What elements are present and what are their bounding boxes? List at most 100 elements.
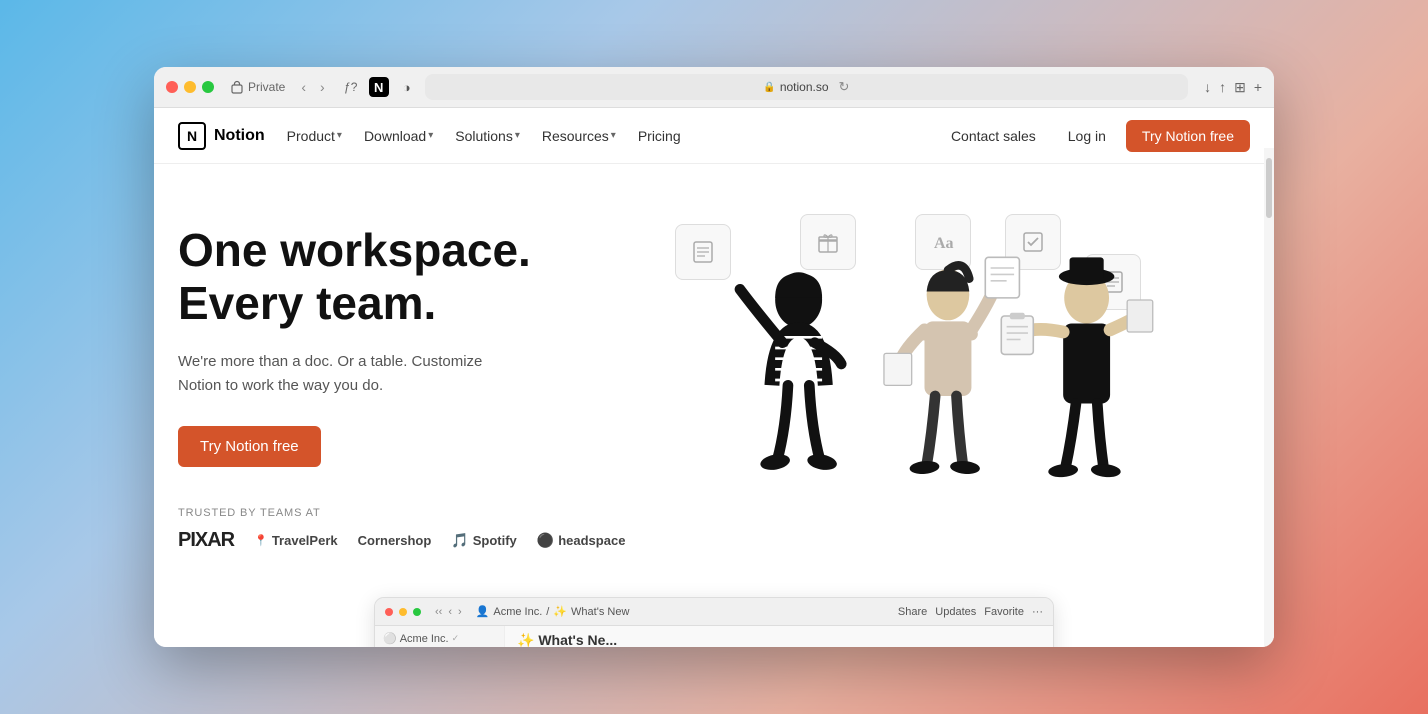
mini-sidebar-workspace: ⚪ Acme Inc. ✓ xyxy=(383,632,496,645)
refresh-icon[interactable]: ↻ xyxy=(839,79,850,95)
cornershop-logo: Cornershop xyxy=(358,533,432,548)
traffic-light-yellow[interactable] xyxy=(184,81,196,93)
notion-brand-name: Notion xyxy=(214,127,265,145)
hero-title-line1: One workspace. xyxy=(178,224,531,276)
mini-nav-back[interactable]: ‹‹ xyxy=(435,606,442,618)
mini-traffic-red[interactable] xyxy=(385,608,393,616)
scrollbar-thumb[interactable] xyxy=(1266,158,1272,218)
nav-product-chevron: ▾ xyxy=(337,130,342,141)
try-notion-free-nav-button[interactable]: Try Notion free xyxy=(1126,120,1250,152)
travelperk-pin-icon: 📍 xyxy=(254,534,268,547)
hero-section: One workspace. Every team. We're more th… xyxy=(154,164,1274,576)
trusted-logos: PIXAR 📍 TravelPerk Cornershop 🎵 Spotify … xyxy=(178,529,625,552)
login-button[interactable]: Log in xyxy=(1056,122,1118,150)
hero-left: One workspace. Every team. We're more th… xyxy=(178,204,625,552)
mini-share-btn[interactable]: Share xyxy=(898,606,927,618)
spotify-icon: 🎵 xyxy=(451,532,468,549)
nav-download-label: Download xyxy=(364,128,426,144)
mini-notion-window: ‹‹ ‹ › 👤 Acme Inc. / ✨ What's New Share … xyxy=(374,597,1054,647)
notion-extension-icon[interactable]: N xyxy=(369,77,389,97)
headspace-icon: ⚫ xyxy=(537,532,554,549)
reader-mode-icon[interactable]: ƒ? xyxy=(341,77,361,97)
notion-nav-items: Product ▾ Download ▾ Solutions ▾ Resourc… xyxy=(277,122,691,150)
pixar-logo: PIXAR xyxy=(178,529,234,552)
nav-resources-chevron: ▾ xyxy=(611,130,616,141)
nav-item-pricing[interactable]: Pricing xyxy=(628,122,691,150)
contact-sales-button[interactable]: Contact sales xyxy=(939,122,1048,150)
headspace-logo: ⚫ headspace xyxy=(537,532,626,549)
mini-breadcrumb-workspace: Acme Inc. xyxy=(493,606,542,618)
mini-avatar-icon: 👤 xyxy=(476,605,490,618)
nav-solutions-chevron: ▾ xyxy=(515,130,520,141)
spotify-logo: 🎵 Spotify xyxy=(451,532,517,549)
mini-title-text: What's Ne... xyxy=(538,632,617,647)
browser-chrome: Private ‹ › ƒ? N ◑ 🔒 notion.so ↻ ↓ ↑ ⊞ + xyxy=(154,67,1274,108)
hero-illustration: Aa xyxy=(625,204,1250,524)
mini-browser-bar: ‹‹ ‹ › 👤 Acme Inc. / ✨ What's New Share … xyxy=(375,598,1053,626)
share-icon[interactable]: ↑ xyxy=(1219,79,1226,95)
browser-private-indicator: Private xyxy=(230,80,285,94)
browser-right-icons: ↓ ↑ ⊞ + xyxy=(1204,79,1262,96)
nav-forward-button[interactable]: › xyxy=(316,77,329,97)
traffic-light-red[interactable] xyxy=(166,81,178,93)
mini-workspace-badge: ✓ xyxy=(452,633,460,644)
hero-title-line2: Every team. xyxy=(178,277,436,329)
address-bar[interactable]: 🔒 notion.so ↻ xyxy=(425,74,1188,100)
nav-item-download[interactable]: Download ▾ xyxy=(354,122,443,150)
browser-nav: ‹ › xyxy=(297,77,328,97)
mini-actions: Share Updates Favorite ··· xyxy=(898,606,1043,618)
nav-back-button[interactable]: ‹ xyxy=(297,77,310,97)
mini-title-icon: ✨ xyxy=(517,632,534,647)
download-icon[interactable]: ↓ xyxy=(1204,79,1211,95)
page-content: N Notion Product ▾ Download ▾ Solutions … xyxy=(154,108,1274,647)
mini-workspace-label: Acme Inc. xyxy=(400,633,449,645)
lock-icon: 🔒 xyxy=(763,82,775,93)
mini-breadcrumb-separator: / xyxy=(546,606,549,618)
hero-title: One workspace. Every team. xyxy=(178,224,625,330)
traffic-light-green[interactable] xyxy=(202,81,214,93)
mini-sidebar: ⚪ Acme Inc. ✓ Quick Find xyxy=(375,626,505,647)
traffic-lights xyxy=(166,81,214,93)
mini-main-content: ✨ What's Ne... xyxy=(505,626,1053,647)
mini-breadcrumb-page-icon: ✨ xyxy=(553,605,567,618)
hero-cta-button[interactable]: Try Notion free xyxy=(178,426,321,467)
mini-traffic-yellow[interactable] xyxy=(399,608,407,616)
mini-content: ⚪ Acme Inc. ✓ Quick Find ✨ What's Ne... xyxy=(375,626,1053,647)
browser-toolbar-icons: ƒ? N ◑ xyxy=(341,77,417,97)
nav-resources-label: Resources xyxy=(542,128,609,144)
new-tab-icon[interactable]: + xyxy=(1254,79,1262,95)
mini-favorite-btn[interactable]: Favorite xyxy=(984,606,1024,618)
nav-solutions-label: Solutions xyxy=(455,128,513,144)
nav-product-label: Product xyxy=(287,128,335,144)
notion-nav-right: Contact sales Log in Try Notion free xyxy=(939,120,1250,152)
scrollbar[interactable] xyxy=(1264,148,1274,647)
mini-traffic-green[interactable] xyxy=(413,608,421,616)
url-display: notion.so xyxy=(780,80,829,94)
browser-titlebar: Private ‹ › ƒ? N ◑ 🔒 notion.so ↻ ↓ ↑ ⊞ + xyxy=(166,67,1262,107)
browser-window: Private ‹ › ƒ? N ◑ 🔒 notion.so ↻ ↓ ↑ ⊞ + xyxy=(154,67,1274,647)
travelperk-logo: 📍 TravelPerk xyxy=(254,533,337,548)
mini-breadcrumb: 👤 Acme Inc. / ✨ What's New xyxy=(476,605,630,618)
nav-download-chevron: ▾ xyxy=(428,130,433,141)
dark-mode-icon[interactable]: ◑ xyxy=(397,77,417,97)
trusted-section: TRUSTED BY TEAMS AT PIXAR 📍 TravelPerk C… xyxy=(178,507,625,552)
nav-item-product[interactable]: Product ▾ xyxy=(277,122,352,150)
mini-nav-next[interactable]: › xyxy=(458,606,462,618)
nav-pricing-label: Pricing xyxy=(638,128,681,144)
notion-logo[interactable]: N Notion xyxy=(178,122,265,150)
hero-people-illustration xyxy=(625,204,1250,524)
mini-nav-icons: ‹‹ ‹ › xyxy=(435,606,462,618)
mini-nav-prev[interactable]: ‹ xyxy=(448,606,452,618)
grid-icon[interactable]: ⊞ xyxy=(1234,79,1246,96)
notion-logo-icon: N xyxy=(178,122,206,150)
trusted-label: TRUSTED BY TEAMS AT xyxy=(178,507,625,519)
nav-item-resources[interactable]: Resources ▾ xyxy=(532,122,626,150)
mini-workspace-icon: ⚪ xyxy=(383,632,397,645)
mini-breadcrumb-page: What's New xyxy=(571,606,629,618)
notion-logo-letter: N xyxy=(187,128,197,144)
mini-page-title: ✨ What's Ne... xyxy=(517,632,1041,647)
hero-subtitle: We're more than a doc. Or a table. Custo… xyxy=(178,350,498,398)
nav-item-solutions[interactable]: Solutions ▾ xyxy=(445,122,530,150)
mini-more-btn[interactable]: ··· xyxy=(1032,606,1043,618)
mini-updates-btn[interactable]: Updates xyxy=(935,606,976,618)
